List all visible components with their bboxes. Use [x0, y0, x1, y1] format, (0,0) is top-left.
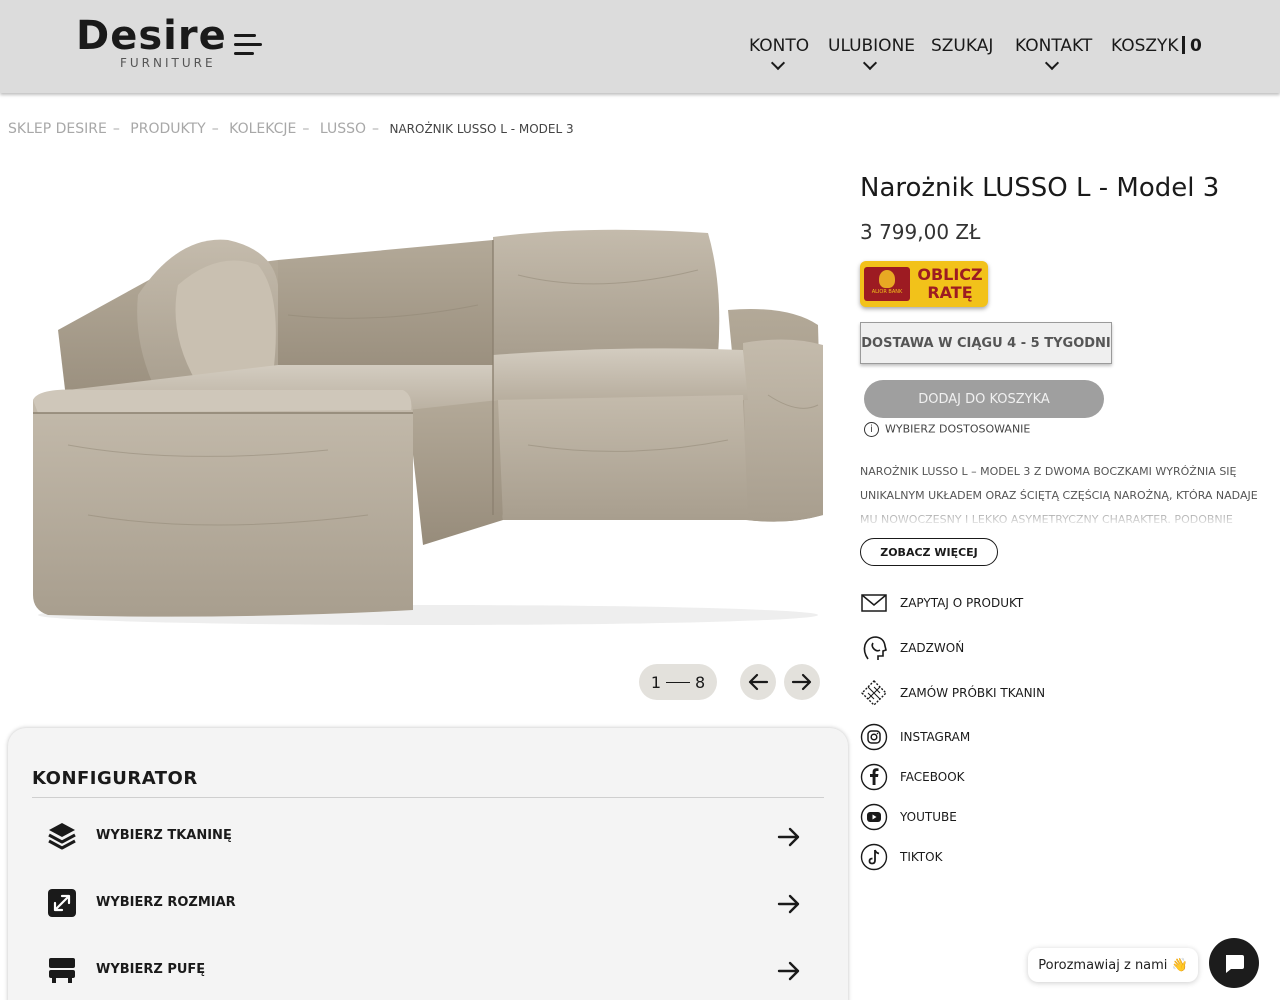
customize-hint: i WYBIERZ DOSTOSOWANIE — [864, 422, 1030, 440]
info-icon: i — [864, 422, 879, 437]
chat-prompt[interactable]: Porozmawiaj z nami 👋 — [1028, 948, 1198, 982]
logo-sub-text: FURNITURE — [120, 56, 216, 70]
side-link-youtube[interactable]: YOUTUBE — [860, 803, 1120, 831]
logo[interactable]: Desire FURNITURE — [76, 13, 227, 72]
chat-open-button[interactable] — [1209, 938, 1259, 988]
breadcrumb-separator: – — [302, 121, 310, 137]
konto-chevron-down-icon[interactable] — [770, 55, 786, 71]
gallery-next-button[interactable] — [784, 664, 820, 700]
config-row-fabric[interactable]: WYBIERZ TKANINĘ — [32, 812, 822, 862]
instagram-icon — [860, 723, 888, 751]
logo-main-text: Desire — [76, 13, 227, 59]
product-image-sofa[interactable] — [28, 215, 828, 625]
add-to-cart-button[interactable]: DODAJ DO KOSZYKA — [864, 380, 1104, 418]
nav-ulubione[interactable]: ULUBIONE — [828, 36, 915, 56]
breadcrumb-current: NAROŻNIK LUSSO L - MODEL 3 — [389, 122, 574, 136]
ulubione-chevron-down-icon[interactable] — [862, 55, 878, 71]
side-link-facebook[interactable]: FACEBOOK — [860, 763, 1120, 791]
site-header: Desire FURNITURE KONTO ULUBIONE SZUKAJ K… — [0, 0, 1280, 93]
side-link-instagram[interactable]: INSTAGRAM — [860, 723, 1120, 751]
breadcrumb-separator: – — [211, 121, 219, 137]
product-title: Narożnik LUSSO L - Model 3 — [860, 173, 1220, 203]
gallery-prev-button[interactable] — [740, 664, 776, 700]
product-price: 3 799,00 ZŁ — [860, 220, 981, 244]
config-row-pouf[interactable]: WYBIERZ PUFĘ — [32, 946, 822, 996]
gallery-total: 8 — [695, 672, 706, 692]
breadcrumb-separator: – — [112, 121, 120, 137]
phone-head-icon — [863, 636, 887, 660]
breadcrumb: SKLEP DESIRE – PRODUKTY – KOLEKCJE – LUSSO –… — [8, 121, 574, 137]
installment-label: OBLICZ RATĘ — [914, 266, 986, 302]
fabric-sample-icon — [861, 680, 887, 706]
breadcrumb-item[interactable]: KOLEKCJE — [229, 121, 296, 137]
cart-count[interactable]: 0 — [1190, 36, 1202, 56]
config-row-label: WYBIERZ PUFĘ — [96, 962, 206, 977]
see-more-button[interactable]: ZOBACZ WIĘCEJ — [860, 538, 998, 566]
youtube-icon — [860, 803, 888, 831]
side-link-ask[interactable]: ZAPYTAJ O PRODUKT — [860, 589, 1120, 617]
side-link-label: YOUTUBE — [900, 810, 957, 824]
side-link-label: ZAPYTAJ O PRODUKT — [900, 596, 1024, 610]
bank-name: ALIOR BANK — [871, 289, 903, 295]
alior-bank-logo: ALIOR BANK — [864, 267, 910, 301]
installment-label-line2: RATĘ — [927, 283, 973, 302]
breadcrumb-item[interactable]: PRODUKTY — [130, 121, 205, 137]
arrow-left-icon — [748, 673, 769, 691]
breadcrumb-item[interactable]: LUSSO — [320, 121, 366, 137]
arrow-right-icon — [777, 961, 800, 981]
nav-koszyk[interactable]: KOSZYK — [1111, 36, 1179, 56]
configurator-panel: KONFIGURATOR WYBIERZ TKANINĘ WYBIERZ ROZ… — [8, 728, 848, 1000]
tiktok-icon — [860, 843, 888, 871]
nav-szukaj[interactable]: SZUKAJ — [931, 36, 993, 56]
side-link-label: ZAMÓW PRÓBKI TKANIN — [900, 686, 1046, 700]
description-fade — [860, 500, 1260, 528]
arrow-right-icon — [791, 673, 812, 691]
installment-label-line1: OBLICZ — [917, 265, 983, 284]
configurator-title: KONFIGURATOR — [32, 768, 198, 789]
side-link-label: TIKTOK — [900, 850, 943, 864]
side-link-samples[interactable]: ZAMÓW PRÓBKI TKANIN — [860, 679, 1120, 707]
config-row-size[interactable]: WYBIERZ ROZMIAR — [32, 879, 822, 929]
arrow-right-icon — [777, 827, 800, 847]
layers-icon — [48, 823, 76, 850]
nav-kontakt[interactable]: KONTAKT — [1015, 36, 1092, 56]
menu-hamburger-icon[interactable] — [234, 34, 262, 56]
mail-icon — [861, 594, 887, 612]
configurator-divider — [32, 797, 824, 798]
side-link-label: FACEBOOK — [900, 770, 965, 784]
facebook-icon — [860, 763, 888, 791]
pouf-icon — [49, 958, 75, 983]
gallery-pager: 1 8 — [639, 664, 717, 700]
calculate-installment-button[interactable]: ALIOR BANK OBLICZ RATĘ — [860, 261, 988, 307]
resize-icon — [48, 889, 76, 917]
nav-konto[interactable]: KONTO — [749, 36, 809, 56]
pager-line — [666, 681, 690, 683]
side-link-call[interactable]: ZADZWOŃ — [860, 634, 1120, 662]
kontakt-chevron-down-icon[interactable] — [1044, 55, 1060, 71]
cart-divider — [1182, 36, 1185, 54]
config-row-label: WYBIERZ TKANINĘ — [96, 828, 232, 843]
delivery-time-badge: DOSTAWA W CIĄGU 4 - 5 TYGODNI — [860, 322, 1112, 364]
arrow-right-icon — [777, 894, 800, 914]
config-row-label: WYBIERZ ROZMIAR — [96, 895, 236, 910]
breadcrumb-item[interactable]: SKLEP DESIRE — [8, 121, 107, 137]
customize-hint-text: WYBIERZ DOSTOSOWANIE — [885, 422, 1031, 436]
side-link-label: ZADZWOŃ — [900, 641, 965, 655]
gallery-current: 1 — [650, 672, 661, 692]
breadcrumb-separator: – — [372, 121, 380, 137]
side-link-tiktok[interactable]: TIKTOK — [860, 843, 1120, 871]
side-link-label: INSTAGRAM — [900, 730, 971, 744]
chat-icon — [1226, 955, 1244, 973]
